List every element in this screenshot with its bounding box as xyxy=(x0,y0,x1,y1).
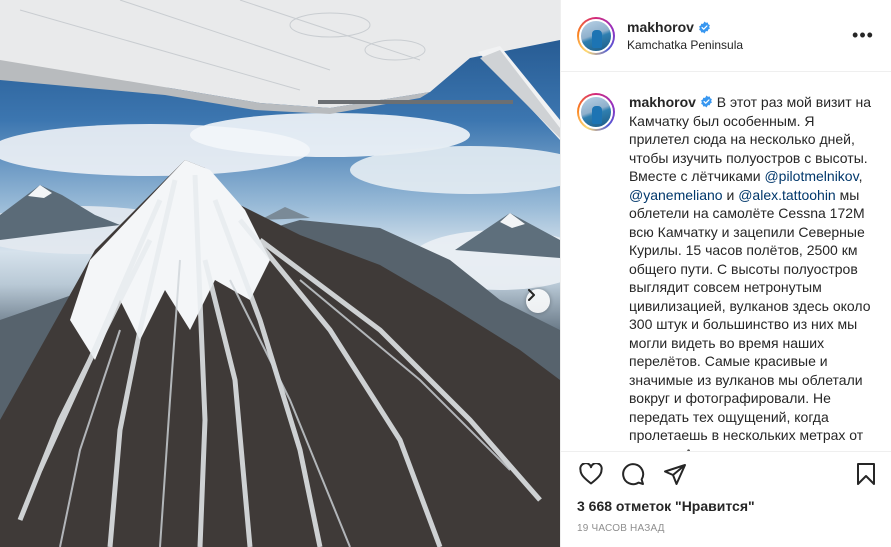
post-sidebar: makhorov Kamchatka Peninsula ••• makhoro… xyxy=(560,0,891,547)
caption-text: makhorov В этот раз мой визит на Камчатк… xyxy=(629,93,876,451)
verified-badge-icon xyxy=(698,21,711,34)
save-button[interactable] xyxy=(852,463,880,491)
post-header: makhorov Kamchatka Peninsula ••• xyxy=(561,0,891,72)
caption-segment: , xyxy=(858,168,863,184)
more-options-button[interactable]: ••• xyxy=(851,24,875,48)
share-icon xyxy=(663,462,687,491)
action-bar xyxy=(561,451,891,501)
caption-segment: мы облетели на самолёте Cessna 172M всю … xyxy=(629,186,871,452)
caption-area: makhorov В этот раз мой визит на Камчатк… xyxy=(561,73,891,451)
avatar[interactable] xyxy=(577,16,615,55)
post-timestamp: 19 ЧАСОВ НАЗАД xyxy=(577,523,665,534)
verified-badge-icon xyxy=(700,95,713,108)
comment-icon xyxy=(621,462,645,491)
like-button[interactable] xyxy=(577,462,605,491)
carousel-next-button[interactable] xyxy=(526,289,550,313)
caption-avatar[interactable] xyxy=(577,93,615,131)
username-link[interactable]: makhorov xyxy=(627,19,694,35)
caption-username[interactable]: makhorov xyxy=(629,94,696,110)
photo-scene xyxy=(0,0,560,547)
mention-link[interactable]: @yanemeliano xyxy=(629,187,723,203)
caption-segment: и xyxy=(722,186,739,203)
location-link[interactable]: Kamchatka Peninsula xyxy=(627,38,851,52)
post-photo[interactable] xyxy=(0,0,560,547)
share-button[interactable] xyxy=(661,463,689,491)
mention-link[interactable]: @alex.tattoohin xyxy=(738,187,836,203)
heart-icon xyxy=(579,462,603,490)
bookmark-icon xyxy=(855,462,877,491)
mention-link[interactable]: @pilotmelnikov xyxy=(764,168,858,184)
likes-count[interactable]: 3 668 отметок "Нравится" xyxy=(577,498,755,514)
comment-button[interactable] xyxy=(619,463,647,491)
